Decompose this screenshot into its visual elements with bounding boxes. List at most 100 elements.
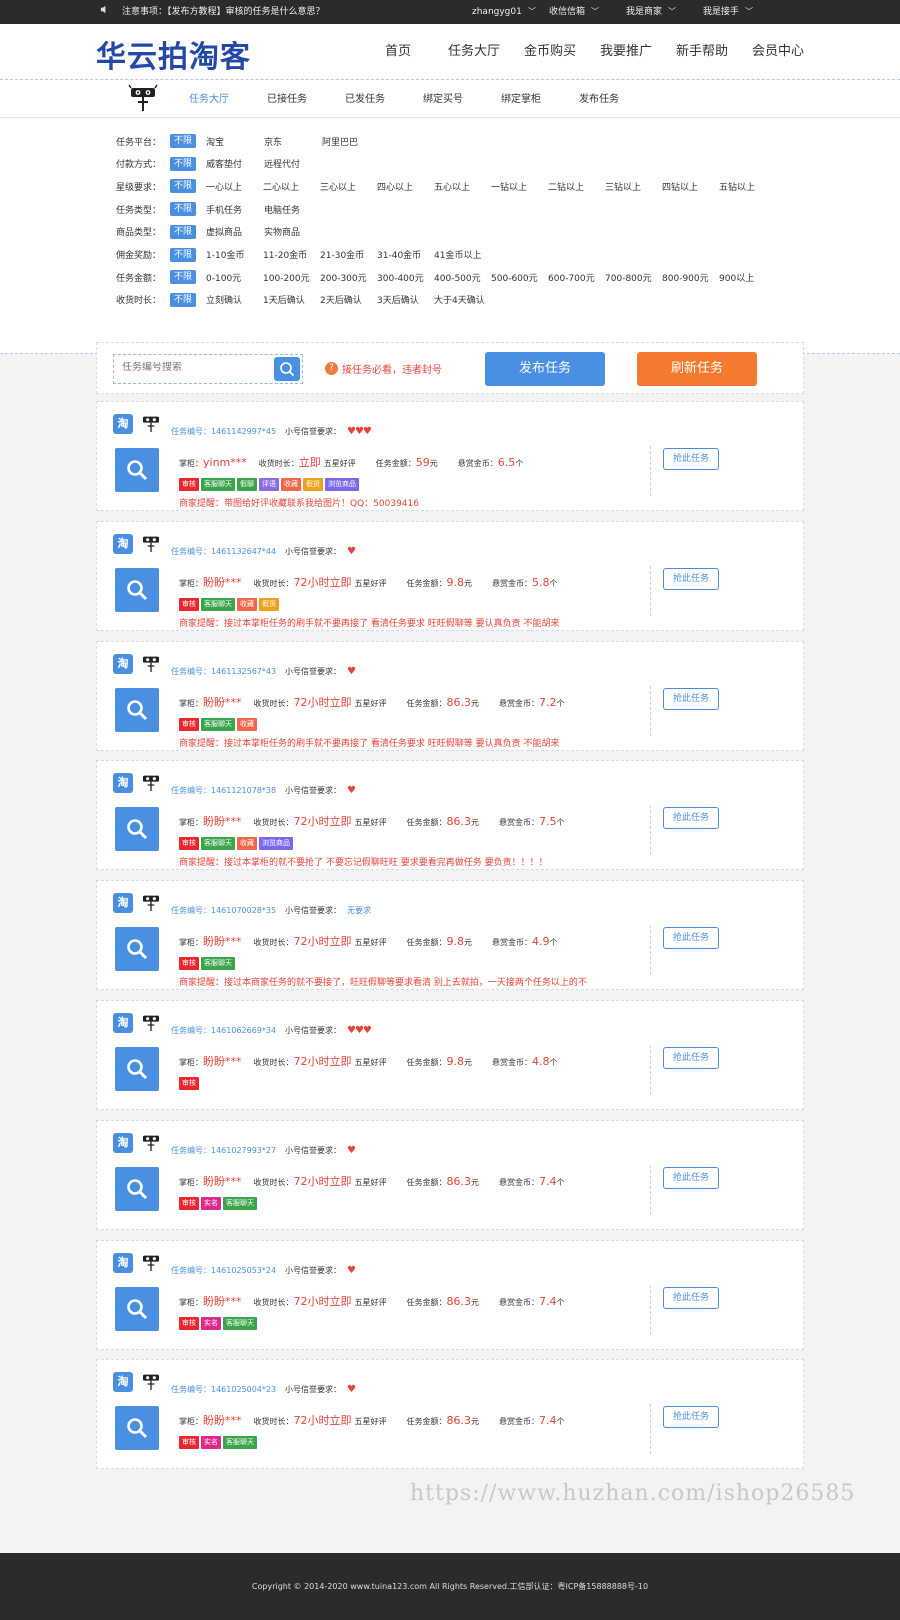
filter-option-all[interactable]: 不限 <box>170 247 197 262</box>
grab-task-button[interactable]: 抢此任务 <box>663 687 719 710</box>
task-card: 淘 任务编号：1461025053*24 小号信誉要求： ♥ 掌柜： 盼盼*** 收… <box>96 1239 804 1350</box>
filter-option-all[interactable]: 不限 <box>170 270 197 285</box>
nav-buy-coins[interactable]: 金币购买 <box>512 24 588 80</box>
product-image[interactable] <box>115 567 159 612</box>
filter-option[interactable]: 远程代付 <box>264 157 322 170</box>
product-image[interactable] <box>115 927 159 972</box>
filter-option[interactable]: 600-700元 <box>548 271 605 284</box>
filter-option[interactable]: 虚拟商品 <box>206 225 264 238</box>
filter-option[interactable]: 一钻以上 <box>491 180 548 193</box>
filter-option[interactable]: 400-500元 <box>434 271 491 284</box>
user-menu[interactable]: zhangyg01 ﹀ <box>472 0 549 24</box>
filter-option[interactable]: 京东 <box>264 135 322 148</box>
search-button[interactable] <box>274 357 300 381</box>
product-image[interactable] <box>115 1047 159 1091</box>
filter-option[interactable]: 电脑任务 <box>264 203 322 216</box>
divider <box>650 685 651 736</box>
task-tags: 审核 客服聊天 <box>179 957 235 971</box>
filter-option[interactable]: 淘宝 <box>206 135 264 148</box>
filter-option[interactable]: 立刻确认 <box>206 293 263 306</box>
product-image[interactable] <box>115 448 159 492</box>
filter-option[interactable]: 21-30金币 <box>320 248 377 261</box>
filter-option-all[interactable]: 不限 <box>170 224 197 239</box>
product-image[interactable] <box>115 1286 159 1331</box>
task-amount: 86.3 <box>446 695 472 709</box>
filter-option[interactable]: 威客垫付 <box>206 157 264 170</box>
tab-task-hall[interactable]: 任务大厅 <box>170 80 248 120</box>
task-tag: 实名 <box>201 1436 221 1450</box>
tab-published[interactable]: 已发任务 <box>326 80 404 120</box>
search-input[interactable] <box>122 362 262 373</box>
filter-option[interactable]: 300-400元 <box>377 271 434 284</box>
grab-task-button[interactable]: 抢此任务 <box>663 1286 719 1309</box>
task-amount: 86.3 <box>446 1174 472 1188</box>
tab-accepted[interactable]: 已接任务 <box>248 80 326 120</box>
grab-task-button[interactable]: 抢此任务 <box>663 567 719 590</box>
grab-task-button[interactable]: 抢此任务 <box>663 1406 719 1429</box>
filter-option[interactable]: 1-10金币 <box>206 248 263 261</box>
filter-option[interactable]: 四心以上 <box>377 180 434 193</box>
filter-option[interactable]: 3天后确认 <box>377 293 434 306</box>
filter-option[interactable]: 一心以上 <box>206 180 263 193</box>
filter-option[interactable]: 五钻以上 <box>719 180 776 193</box>
rules-tip[interactable]: ? 接任务必看，违者封号 <box>325 361 442 376</box>
filter-option[interactable]: 三心以上 <box>320 180 377 193</box>
filter-option[interactable]: 二心以上 <box>263 180 320 193</box>
merchant-menu[interactable]: 我是商家 ﹀ <box>626 0 703 24</box>
filter-option[interactable]: 31-40金币 <box>377 248 434 261</box>
notice-text[interactable]: 注意事项：【发布方教程】审核的任务是什么意思？ <box>122 7 325 17</box>
filter-option[interactable]: 1天后确认 <box>263 293 320 306</box>
search-icon <box>127 699 148 720</box>
nav-home[interactable]: 首页 <box>360 24 436 80</box>
filter-option[interactable]: 大于4天确认 <box>434 293 491 306</box>
tab-bind-buyer[interactable]: 绑定买号 <box>404 80 482 120</box>
inbox-menu[interactable]: 收信信箱 ﹀ <box>549 0 626 24</box>
filter-option[interactable]: 二钻以上 <box>548 180 605 193</box>
filter-option-all[interactable]: 不限 <box>170 292 197 307</box>
task-tag: 客服聊天 <box>201 717 235 731</box>
filter-option[interactable]: 900以上 <box>719 271 776 284</box>
filter-option[interactable]: 三钻以上 <box>605 180 662 193</box>
grab-task-button[interactable]: 抢此任务 <box>663 927 719 950</box>
nav-help[interactable]: 新手帮助 <box>664 24 740 80</box>
filter-option[interactable]: 实物商品 <box>264 225 322 238</box>
filter-option-all[interactable]: 不限 <box>170 202 197 217</box>
nav-member[interactable]: 会员中心 <box>740 24 816 80</box>
filter-option[interactable]: 阿里巴巴 <box>322 135 380 148</box>
filter-option[interactable]: 500-600元 <box>491 271 548 284</box>
product-image[interactable] <box>115 1406 159 1451</box>
refresh-task-button[interactable]: 刷新任务 <box>637 352 757 386</box>
filter-option-all[interactable]: 不限 <box>170 179 197 194</box>
filter-option[interactable]: 0-100元 <box>206 271 263 284</box>
product-image[interactable] <box>115 1166 159 1211</box>
product-image[interactable] <box>115 807 159 852</box>
filter-option[interactable]: 11-20金币 <box>263 248 320 261</box>
worker-menu[interactable]: 我是接手 ﹀ <box>703 0 780 24</box>
site-logo[interactable]: 华云拍淘客 <box>96 32 251 76</box>
product-image[interactable] <box>115 687 159 732</box>
filter-option[interactable]: 800-900元 <box>662 271 719 284</box>
grab-task-button[interactable]: 抢此任务 <box>663 1047 719 1069</box>
grab-task-button[interactable]: 抢此任务 <box>663 807 719 830</box>
tab-bind-seller[interactable]: 绑定掌柜 <box>482 80 560 120</box>
filter-option[interactable]: 200-300元 <box>320 271 377 284</box>
filter-option-all[interactable]: 不限 <box>170 156 197 171</box>
rules-tip-text[interactable]: 接任务必看，违者封号 <box>342 361 442 376</box>
nav-promote[interactable]: 我要推广 <box>588 24 664 80</box>
filter-option-all[interactable]: 不限 <box>170 134 197 148</box>
taobao-icon: 淘 <box>113 1132 133 1153</box>
filter-option[interactable]: 手机任务 <box>206 203 264 216</box>
filter-option[interactable]: 四钻以上 <box>662 180 719 193</box>
filter-option[interactable]: 100-200元 <box>263 271 320 284</box>
filter-option[interactable]: 700-800元 <box>605 271 662 284</box>
filter-option[interactable]: 2天后确认 <box>320 293 377 306</box>
mascot-icon <box>141 654 161 677</box>
filter-option[interactable]: 五心以上 <box>434 180 491 193</box>
grab-task-button[interactable]: 抢此任务 <box>663 448 719 470</box>
notice[interactable]: 注意事项：【发布方教程】审核的任务是什么意思？ <box>100 0 325 24</box>
filter-option[interactable]: 41金币以上 <box>434 248 491 261</box>
tab-publish[interactable]: 发布任务 <box>560 80 638 120</box>
publish-task-button[interactable]: 发布任务 <box>485 352 605 386</box>
grab-task-button[interactable]: 抢此任务 <box>663 1166 719 1189</box>
nav-task-hall[interactable]: 任务大厅 <box>436 24 512 80</box>
